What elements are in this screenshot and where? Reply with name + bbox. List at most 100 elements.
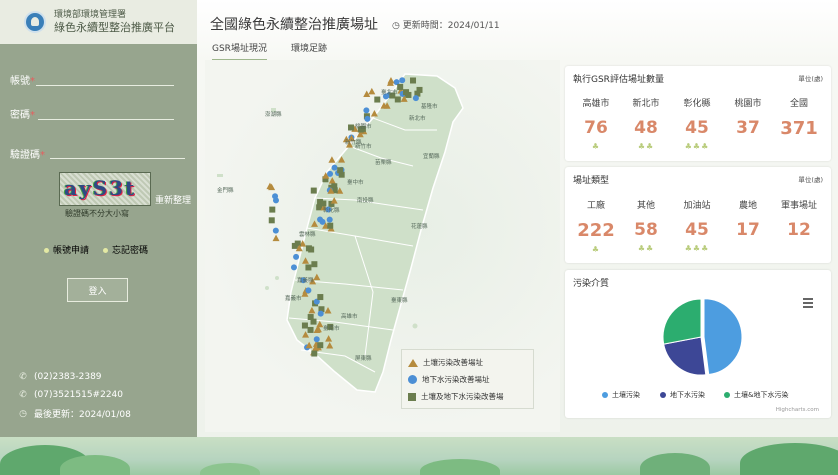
card-title: 執行GSR評估場址數量 [573, 75, 664, 85]
account-input[interactable] [36, 85, 174, 86]
pie-legend-soil[interactable]: 土壤污染 [602, 390, 640, 400]
soil-groundwater-site-marker[interactable] [374, 96, 381, 103]
soil-groundwater-site-marker[interactable] [416, 86, 423, 93]
soil-groundwater-site-marker[interactable] [269, 206, 276, 213]
region-label: 花蓮縣 [411, 222, 428, 230]
groundwater-site-marker[interactable] [305, 287, 312, 294]
tab-gsr-status[interactable]: GSR場址現況 [212, 41, 267, 62]
region-label: 嘉義市 [285, 294, 302, 302]
soil-groundwater-site-marker[interactable] [320, 200, 327, 207]
stat-gas-station: 加油站 45 ♣♣♣ [671, 198, 723, 253]
soil-groundwater-site-marker[interactable] [301, 322, 308, 329]
soil-groundwater-site-marker[interactable] [268, 217, 275, 224]
stat-taoyuan: 桃園市 37 [734, 99, 762, 138]
region-label: 彰化縣 [323, 206, 340, 214]
soil-groundwater-site-marker[interactable] [317, 294, 324, 301]
pie-slice-3[interactable] [662, 298, 702, 345]
login-button[interactable]: 登入 [67, 278, 128, 302]
pie-legend-both[interactable]: 土壤&地下水污染 [724, 390, 788, 400]
soil-groundwater-site-marker[interactable] [410, 77, 417, 84]
soil-groundwater-site-marker[interactable] [403, 89, 410, 96]
page-title: 全國綠色永續整治推廣場址 [210, 17, 378, 33]
triangle-icon [408, 358, 418, 367]
region-label: 雲林縣 [299, 230, 316, 238]
brand-header: 環境部環境管理署 綠色永續型整治推廣平台 [0, 0, 197, 44]
soil-groundwater-site-marker[interactable] [307, 326, 314, 333]
stat-factory: 工廠 222 ♣ [570, 198, 622, 254]
site-count-card: 執行GSR評估場址數量 單位(處) 高雄市 76 ♣ 新北市 48 ♣♣ 彰化縣… [565, 66, 831, 161]
soil-groundwater-site-marker[interactable] [394, 96, 401, 103]
region-label: 南投縣 [357, 196, 374, 204]
forgot-password-link[interactable]: 忘記密碼 [103, 243, 148, 256]
groundwater-site-marker[interactable] [313, 336, 320, 343]
soil-groundwater-site-marker[interactable] [327, 222, 334, 229]
soil-groundwater-site-marker[interactable] [348, 124, 355, 131]
pie-slice-1[interactable] [703, 298, 743, 376]
phone-contact-2: ✆ (07)3521515#2240 [19, 390, 124, 400]
stat-national: 全國 371 [780, 99, 818, 139]
agency-name: 環境部環境管理署 [54, 10, 127, 20]
platform-name: 綠色永續型整治推廣平台 [54, 21, 175, 34]
last-updated: ◷ 最後更新：2024/01/08 [19, 408, 131, 421]
groundwater-site-marker[interactable] [293, 253, 300, 260]
groundwater-site-marker[interactable] [331, 164, 338, 171]
groundwater-site-marker[interactable] [363, 107, 370, 114]
soil-groundwater-site-marker[interactable] [337, 167, 344, 174]
soil-site-marker[interactable] [328, 156, 336, 163]
sprout-icon: ♣ [591, 142, 601, 151]
region-label: 臺中市 [347, 178, 364, 186]
groundwater-site-marker[interactable] [272, 193, 279, 200]
region-label: 桃園市 [355, 122, 372, 130]
region-label: 宜蘭縣 [423, 152, 440, 160]
stat-other: 其他 58 ♣♣ [620, 198, 672, 253]
soil-groundwater-site-marker[interactable] [397, 83, 404, 90]
site-type-card: 場址類型 單位(處) 工廠 222 ♣ 其他 58 ♣♣ 加油站 45 ♣♣♣ … [565, 167, 831, 263]
groundwater-site-marker[interactable] [412, 95, 419, 102]
update-time: ◷ 更新時間：2024/01/11 [392, 21, 500, 31]
circle-icon [408, 375, 417, 384]
groundwater-site-marker[interactable] [272, 227, 279, 234]
soil-site-marker[interactable] [387, 77, 395, 84]
card-title: 場址類型 [573, 176, 610, 186]
groundwater-site-marker[interactable] [399, 77, 406, 84]
soil-site-marker[interactable] [272, 234, 280, 242]
password-input[interactable] [38, 119, 174, 120]
stat-farmland: 農地 17 [736, 201, 760, 240]
region-label: 新竹市 [355, 142, 372, 150]
groundwater-site-marker[interactable] [327, 170, 334, 177]
soil-groundwater-site-marker[interactable] [311, 350, 318, 357]
tab-footprint[interactable]: 環境足跡 [291, 41, 327, 54]
stat-new-taipei: 新北市 48 ♣♣ [620, 96, 672, 151]
password-label: 密碼* [10, 110, 35, 121]
captcha-refresh-link[interactable]: 重新整理 [155, 193, 191, 206]
taiwan-island-shape [217, 73, 464, 393]
soil-site-marker[interactable] [368, 87, 376, 95]
unit-label: 單位(處) [798, 176, 823, 184]
region-label: 苗栗縣 [375, 158, 392, 166]
chart-menu-icon[interactable] [803, 298, 813, 310]
groundwater-site-marker[interactable] [290, 264, 297, 271]
groundwater-site-marker[interactable] [364, 115, 371, 122]
region-label: 臺東縣 [391, 296, 408, 304]
soil-groundwater-site-marker[interactable] [317, 342, 324, 349]
account-label: 帳號* [10, 76, 35, 87]
groundwater-site-marker[interactable] [317, 310, 324, 317]
apply-account-link[interactable]: 帳號申請 [44, 243, 89, 256]
soil-groundwater-site-marker[interactable] [310, 187, 317, 194]
sprout-icon: ♣♣♣ [684, 244, 710, 253]
soil-groundwater-site-marker[interactable] [294, 240, 301, 247]
soil-groundwater-site-marker[interactable] [308, 246, 315, 253]
pie-legend-groundwater[interactable]: 地下水污染 [660, 390, 705, 400]
groundwater-site-marker[interactable] [317, 216, 324, 223]
phone-icon: ✆ [19, 372, 27, 382]
soil-groundwater-site-marker[interactable] [305, 264, 312, 271]
soil-groundwater-site-marker[interactable] [310, 318, 317, 325]
sprout-icon: ♣♣ [637, 244, 655, 253]
region-label: 屏東縣 [355, 354, 372, 362]
bullet-icon [44, 248, 49, 253]
region-label: 新北市 [409, 114, 426, 122]
stat-military: 軍事場址 12 [780, 201, 817, 240]
soil-groundwater-site-marker[interactable] [311, 261, 318, 268]
captcha-input[interactable] [50, 158, 185, 159]
groundwater-site-marker[interactable] [326, 216, 333, 223]
